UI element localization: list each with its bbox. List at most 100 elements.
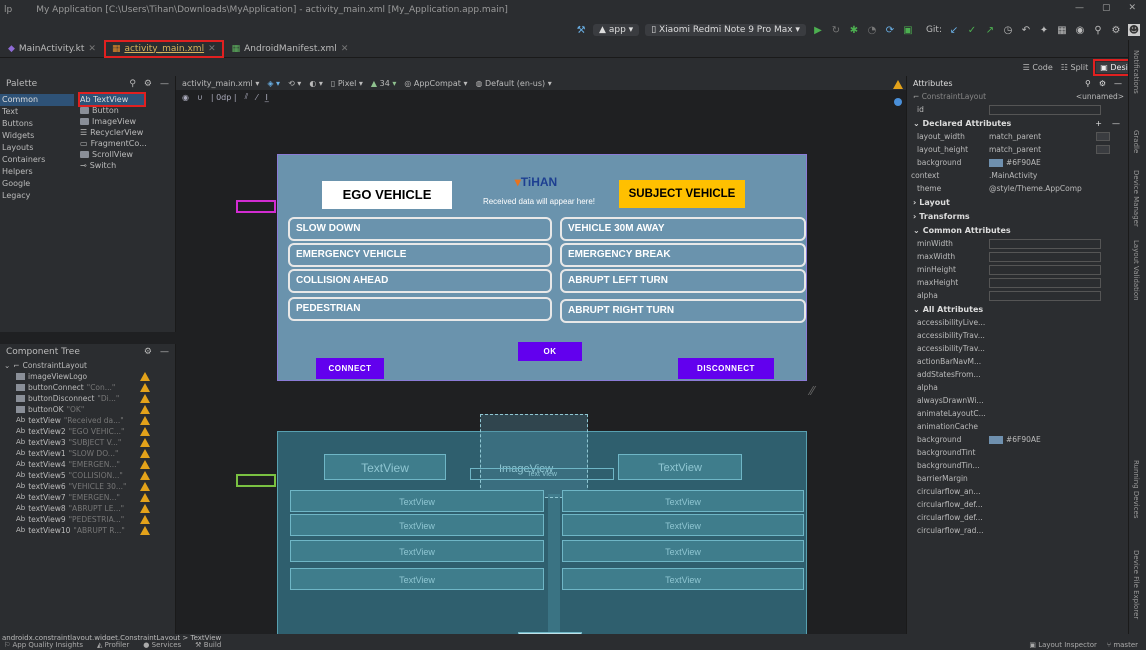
attribute-row[interactable]: alwaysDrawnWi... [907, 394, 1128, 407]
attribute-row[interactable]: minWidth [907, 237, 1128, 250]
tree-item[interactable]: Ab textView "Received da..." [0, 415, 175, 426]
warning-icon[interactable] [140, 383, 150, 392]
clear-constraints-icon[interactable]: ⫽ [245, 92, 249, 102]
attribute-field[interactable] [989, 264, 1101, 275]
palette-category[interactable]: Text [0, 106, 74, 118]
tree-item[interactable]: Ab textView2 "EGO VEHIC..." [0, 426, 175, 437]
warning-icon[interactable] [140, 493, 150, 502]
disconnect-button[interactable]: DISCONNECT [678, 358, 774, 379]
tree-item[interactable]: buttonDisconnect "Di..." [0, 393, 175, 404]
tree-root[interactable]: ⌄ ⌐ ConstraintLayout [0, 360, 175, 371]
profile-icon[interactable]: ◔ [866, 24, 878, 36]
layout-preview[interactable]: EGO VEHICLE ▾TiHAN Received data will ap… [277, 154, 807, 381]
mode-code[interactable]: ☰ Code [1023, 63, 1053, 72]
warning-icon[interactable] [140, 482, 150, 491]
palette-item-fragment[interactable]: ▭ FragmentCo... [80, 138, 176, 149]
blueprint-textview[interactable]: TextView [290, 514, 544, 536]
attribute-row[interactable]: minHeight [907, 263, 1128, 276]
color-swatch[interactable] [989, 159, 1003, 167]
dropdown-icon[interactable] [1096, 132, 1110, 141]
attribute-row[interactable]: animateLayoutC... [907, 407, 1128, 420]
id-field[interactable] [989, 104, 1101, 115]
warning-icon[interactable] [893, 80, 903, 89]
attribute-row[interactable]: backgroundTin... [907, 459, 1128, 472]
tab-manifest[interactable]: ▦ AndroidManifest.xml ✕ [224, 40, 357, 58]
attribute-value[interactable]: .MainActivity [989, 171, 1128, 180]
received-data-text[interactable]: Received data will appear here! [464, 197, 614, 206]
tab-mainactivity[interactable]: ◆ MainActivity.kt ✕ [0, 40, 104, 58]
sdk-manager-icon[interactable]: ◉ [1074, 24, 1086, 36]
warning-icon[interactable] [140, 504, 150, 513]
palette-category[interactable]: Google [0, 178, 74, 190]
warning-icon[interactable] [140, 515, 150, 524]
attribute-row[interactable]: addStatesFrom... [907, 368, 1128, 381]
gear-icon[interactable]: ⚙ [144, 79, 152, 89]
attribute-value[interactable]: #6F90AE [989, 158, 1128, 167]
attribute-row[interactable]: maxWidth [907, 250, 1128, 263]
close-tab-icon[interactable]: ✕ [208, 44, 216, 54]
signal-button[interactable]: EMERGENCY VEHICLE [288, 243, 552, 267]
maximize-icon[interactable]: ▢ [1102, 3, 1111, 13]
add-icon[interactable]: + [1095, 119, 1102, 128]
minimize-panel-icon[interactable]: — [160, 79, 169, 89]
connect-button[interactable]: CONNECT [316, 358, 384, 379]
git-update-icon[interactable]: ↙ [948, 24, 960, 36]
close-tab-icon[interactable]: ✕ [341, 44, 349, 54]
warning-icon[interactable] [140, 416, 150, 425]
blueprint-textview[interactable]: TextView [618, 454, 742, 480]
side-tool-device-file-explorer[interactable]: Device File Explorer [1132, 550, 1140, 619]
side-tool-running-devices[interactable]: Running Devices [1132, 460, 1140, 519]
tree-item[interactable]: Ab textView7 "EMERGEN..." [0, 492, 175, 503]
blueprint-textview[interactable]: TextView [324, 454, 446, 480]
magnet-icon[interactable]: ∪ [197, 93, 203, 102]
layout-inspector[interactable]: ▣ Layout Inspector [1029, 641, 1097, 649]
gear-icon[interactable]: ⚙ [1099, 79, 1106, 88]
warning-icon[interactable] [140, 405, 150, 414]
common-attributes-section[interactable]: ⌄ Common Attributes [907, 223, 1128, 237]
sync-icon[interactable]: ⟳ [884, 24, 896, 36]
attribute-row[interactable]: circularflow_def... [907, 511, 1128, 524]
design-mode-icon[interactable]: ◈ ▾ [267, 79, 280, 88]
debug-icon[interactable]: ✱ [848, 24, 860, 36]
attribute-row[interactable]: background #6F90AE [907, 433, 1128, 446]
side-tool-device-manager[interactable]: Device Manager [1132, 170, 1140, 227]
resize-handle-icon[interactable]: ⁄⁄ [810, 384, 814, 398]
tree-item[interactable]: Ab textView4 "EMERGEN..." [0, 459, 175, 470]
attribute-row[interactable]: accessibilityTrav... [907, 329, 1128, 342]
settings-icon[interactable]: ⚙ [1110, 24, 1122, 36]
attribute-field[interactable] [989, 238, 1101, 249]
palette-item-button[interactable]: Button [80, 105, 176, 116]
blueprint-textview[interactable]: TextView [562, 490, 804, 512]
minimize-panel-icon[interactable]: — [1114, 79, 1122, 88]
palette-category[interactable]: Buttons [0, 118, 74, 130]
search-icon[interactable]: ⚲ [129, 79, 136, 89]
warning-icon[interactable] [140, 427, 150, 436]
ok-button[interactable]: OK [518, 342, 582, 361]
gear-icon[interactable]: ⚙ [144, 347, 152, 357]
close-icon[interactable]: ✕ [1128, 3, 1136, 13]
run-icon[interactable]: ▶ [812, 24, 824, 36]
attribute-value[interactable]: #6F90AE [989, 435, 1128, 444]
attribute-row[interactable]: theme @style/Theme.AppComp [907, 182, 1128, 195]
palette-item-switch[interactable]: ⊸ Switch [80, 160, 176, 171]
all-attributes-section[interactable]: ⌄ All Attributes [907, 302, 1128, 316]
eye-icon[interactable]: ◉ [182, 93, 189, 102]
palette-category[interactable]: Containers [0, 154, 74, 166]
blueprint-textview[interactable]: TextView [562, 514, 804, 536]
rollback-icon[interactable]: ↶ [1020, 24, 1032, 36]
profile-avatar-icon[interactable]: ☻ [1128, 24, 1140, 36]
close-tab-icon[interactable]: ✕ [88, 44, 96, 54]
warning-icon[interactable] [140, 471, 150, 480]
blueprint-textview[interactable]: TextView [290, 490, 544, 512]
palette-category[interactable]: Legacy [0, 190, 74, 202]
declared-attributes-section[interactable]: ⌄ Declared Attributes + — [907, 116, 1128, 130]
night-mode-icon[interactable]: ◐ ▾ [309, 79, 323, 88]
menu-help[interactable]: lp [4, 5, 12, 15]
warning-icon[interactable] [140, 526, 150, 535]
theme-select[interactable]: ◎ AppCompat ▾ [404, 79, 467, 88]
remove-icon[interactable]: — [1112, 119, 1120, 128]
tree-item[interactable]: Ab textView6 "VEHICLE 30..." [0, 481, 175, 492]
palette-item-recyclerview[interactable]: ☰ RecyclerView [80, 127, 176, 138]
signal-button[interactable]: ABRUPT LEFT TURN [560, 269, 806, 293]
device-select[interactable]: ▯ Xiaomi Redmi Note 9 Pro Max ▾ [645, 24, 806, 36]
